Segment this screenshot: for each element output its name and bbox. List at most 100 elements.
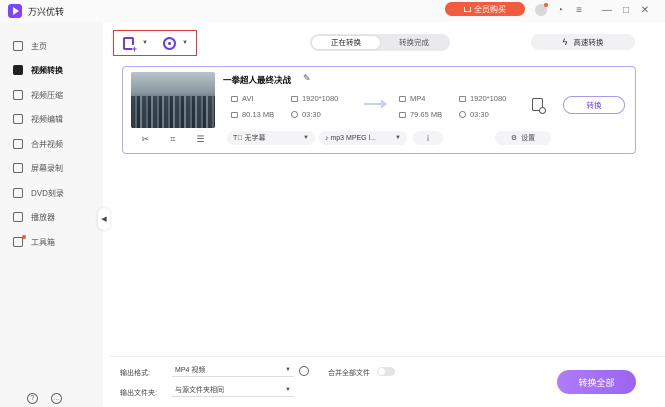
cart-icon <box>464 6 471 12</box>
buy-label: 全员购买 <box>474 4 506 14</box>
speed-label: 高速转换 <box>573 37 604 47</box>
source-duration: 03:30 <box>291 110 321 119</box>
convert-arrow-icon <box>364 99 387 109</box>
settings-label: 设置 <box>521 135 536 142</box>
folder-icon <box>399 111 406 118</box>
output-folder-value: 与源文件夹相同 <box>175 387 224 394</box>
convert-icon <box>13 65 23 75</box>
menu-icon[interactable]: ≡ <box>572 3 586 17</box>
sidebar-collapse-handle[interactable]: ◀ <box>98 208 110 230</box>
merge-all-label: 合并全部文件 <box>328 370 370 377</box>
output-settings-icon[interactable] <box>532 98 546 114</box>
app-logo-icon <box>8 4 22 18</box>
convert-all-button[interactable]: 转换全部 <box>557 370 636 394</box>
target-duration-text: 03:30 <box>470 110 489 119</box>
buy-button[interactable]: 全员购买 <box>445 2 525 16</box>
add-files-group: ▼ ▼ <box>113 30 197 56</box>
sidebar: 主页 视频转换 视频压缩 视频编辑 合并视频 屏幕录制 DVD刻录 播放器 工具… <box>0 22 103 407</box>
subtitle-label: 无字幕 <box>244 135 266 142</box>
source-format-text: AVI <box>242 94 254 103</box>
chevron-down-icon: ▼ <box>395 135 401 141</box>
sidebar-item-label: 主页 <box>31 41 47 51</box>
scissors-icon <box>13 114 23 124</box>
close-icon[interactable]: ✕ <box>638 3 652 17</box>
rename-pencil-icon[interactable]: ✎ <box>303 73 311 84</box>
chevron-down-icon: ▼ <box>285 367 291 373</box>
sidebar-item-player[interactable]: 播放器 <box>0 205 103 229</box>
source-duration-text: 03:30 <box>302 110 321 119</box>
resolution-icon <box>291 95 298 102</box>
source-size: 80.13 MB <box>231 110 274 119</box>
sidebar-item-screen-record[interactable]: 屏幕录制 <box>0 156 103 180</box>
toolbox-icon <box>13 237 23 247</box>
user-avatar-icon[interactable] <box>535 3 548 16</box>
source-format: AVI <box>231 94 254 103</box>
target-format-text: MP4 <box>410 94 426 103</box>
audio-track-dropdown[interactable]: ♪ mp3 MPEG l... ▼ <box>319 131 407 145</box>
sidebar-item-video-edit[interactable]: 视频编辑 <box>0 107 103 131</box>
screen-record-icon <box>13 163 23 173</box>
sidebar-item-label: 合并视频 <box>31 139 63 149</box>
merge-all-toggle[interactable] <box>377 367 395 376</box>
format-settings-icon[interactable] <box>299 366 309 376</box>
merge-icon <box>13 139 23 149</box>
output-format-select[interactable]: MP4 视频 ▼ <box>172 364 294 377</box>
thumbnail-tools: ✂ ⌗ ☰ <box>131 131 215 147</box>
add-file-button[interactable]: ▼ <box>123 36 148 53</box>
task-card: ✂ ⌗ ☰ 一拳超人最终决战 ✎ AVI 1920*1080 80.13 MB … <box>122 66 636 154</box>
sidebar-item-toolbox[interactable]: 工具箱 <box>0 230 103 254</box>
settings-button[interactable]: ⚙ 设置 <box>495 131 551 145</box>
add-file-icon <box>123 36 137 53</box>
audio-label: mp3 MPEG l... <box>330 134 376 142</box>
sidebar-item-label: 视频编辑 <box>31 114 63 124</box>
chevron-down-icon: ▼ <box>303 135 309 141</box>
target-resolution: 1920*1080 <box>459 94 506 103</box>
video-title: 一拳超人最终决战 <box>223 75 292 85</box>
source-resolution-text: 1920*1080 <box>302 94 339 103</box>
sidebar-item-label: 视频转换 <box>31 65 63 75</box>
sidebar-item-video-convert[interactable]: 视频转换 <box>0 58 103 82</box>
dvd-icon <box>13 188 23 198</box>
sidebar-item-home[interactable]: 主页 <box>0 34 103 58</box>
folder-icon <box>231 111 238 118</box>
target-size: 79.65 MB <box>399 110 442 119</box>
add-disc-button[interactable]: ▼ <box>163 36 188 50</box>
resolution-icon <box>459 95 466 102</box>
trim-scissors-icon[interactable]: ✂ <box>142 134 150 145</box>
status-tabs: 正在转换 转换完成 <box>310 34 450 51</box>
player-icon <box>13 212 23 222</box>
crop-icon[interactable]: ⌗ <box>170 134 175 145</box>
convert-button[interactable]: 转换 <box>563 96 625 114</box>
chevron-down-icon: ▼ <box>142 40 148 46</box>
tab-converted[interactable]: 转换完成 <box>380 36 448 49</box>
source-resolution: 1920*1080 <box>291 94 338 103</box>
compress-icon <box>13 90 23 100</box>
subtitle-icon: T⃝ <box>233 135 245 142</box>
gear-icon: ⚙ <box>510 135 518 142</box>
high-speed-convert-button[interactable]: ϟ 高速转换 <box>531 34 635 50</box>
sidebar-item-dvd[interactable]: DVD刻录 <box>0 181 103 205</box>
tab-converting[interactable]: 正在转换 <box>312 36 380 49</box>
sidebar-item-label: 播放器 <box>31 212 55 222</box>
output-format-label: 输出格式: <box>120 370 150 377</box>
notification-dot <box>22 235 26 239</box>
output-folder-select[interactable]: 与源文件夹相同 ▼ <box>172 384 294 397</box>
effects-sliders-icon[interactable]: ☰ <box>196 134 204 145</box>
sidebar-item-video-compress[interactable]: 视频压缩 <box>0 83 103 107</box>
feedback-icon[interactable]: … <box>51 393 62 404</box>
footer-bar: 输出格式: MP4 视频 ▼ 合并全部文件 输出文件夹: 与源文件夹相同 ▼ 转换全… <box>110 356 665 407</box>
minimize-icon[interactable]: — <box>600 3 614 17</box>
format-icon <box>231 95 238 102</box>
info-button[interactable]: i <box>413 131 443 145</box>
headset-icon[interactable]: ◔ <box>553 3 567 17</box>
target-resolution-text: 1920*1080 <box>470 94 507 103</box>
sidebar-item-label: 视频压缩 <box>31 90 63 100</box>
sidebar-item-merge-video[interactable]: 合并视频 <box>0 132 103 156</box>
clock-icon <box>459 111 466 118</box>
video-thumbnail[interactable] <box>131 72 215 128</box>
output-format-value: MP4 视频 <box>175 367 206 374</box>
subtitle-dropdown[interactable]: T⃝ 无字幕 ▼ <box>227 131 315 145</box>
help-icon[interactable]: ? <box>27 393 38 404</box>
clock-icon <box>291 111 298 118</box>
maximize-icon[interactable]: □ <box>619 3 633 17</box>
